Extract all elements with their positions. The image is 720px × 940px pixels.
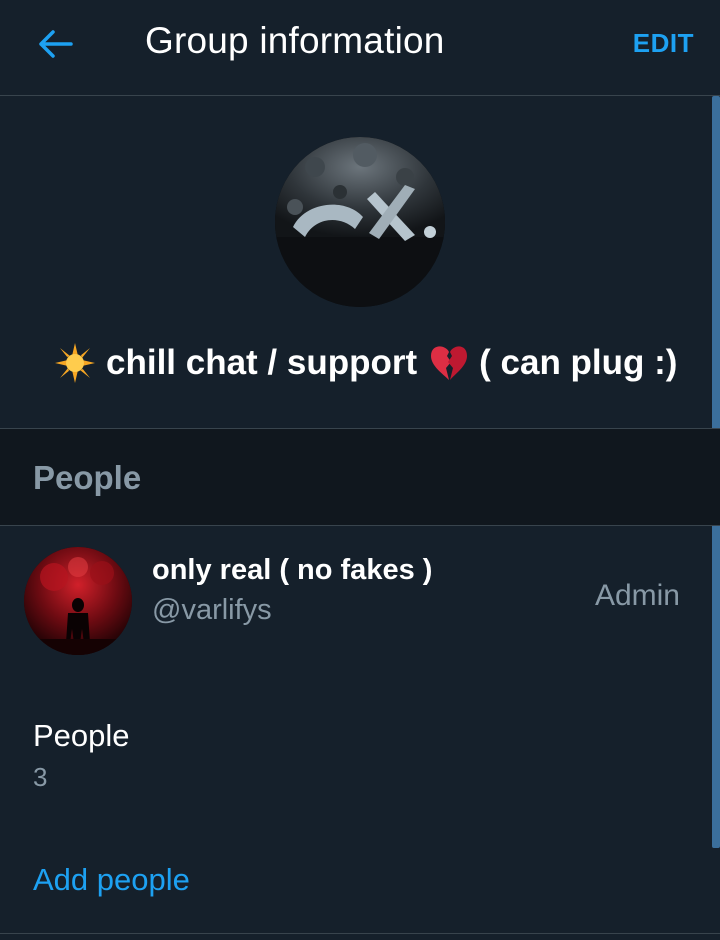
member-handle: @varlifys [152,594,272,626]
member-row[interactable]: only real ( no fakes ) @varlifys Admin [0,527,712,677]
member-avatar-image [24,547,132,655]
sun-emoji [55,343,95,383]
group-name-text-b: ( can plug :) [479,343,678,382]
people-section-header: People [0,428,720,526]
edit-button[interactable]: EDIT [633,28,694,59]
divider [0,933,720,934]
page-title: Group information [145,20,445,61]
member-name: only real ( no fakes ) [152,554,433,586]
group-name-text-a: chill chat / support [106,343,418,382]
group-avatar-image [275,137,445,307]
avatar[interactable] [24,547,132,655]
group-avatar[interactable] [275,137,445,307]
people-count-value: 3 [33,762,48,792]
people-count-label: People [33,718,130,753]
group-name: chill chat / support ( can plug :) [54,342,694,384]
add-people-button[interactable]: Add people [33,862,190,898]
member-role-badge: Admin [594,579,680,612]
top-app-bar: Group information EDIT [0,0,720,96]
back-button[interactable] [30,22,80,66]
section-heading: People [33,459,142,496]
arrow-left-icon [39,30,73,58]
broken-heart-emoji [431,346,468,380]
